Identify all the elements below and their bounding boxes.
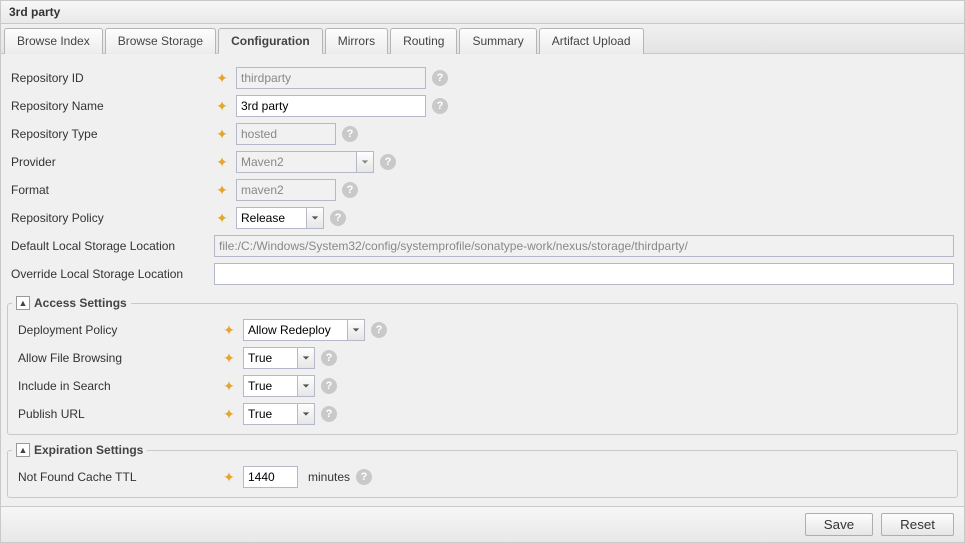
chevron-down-icon[interactable] — [347, 319, 365, 341]
required-icon: ✦ — [216, 70, 228, 87]
select-provider — [236, 151, 356, 173]
fieldset-expiration-settings: ▲ Expiration Settings Not Found Cache TT… — [7, 443, 958, 498]
collapse-icon[interactable]: ▲ — [16, 296, 30, 310]
label-repo-type: Repository Type — [11, 127, 216, 141]
label-override-loc: Override Local Storage Location — [11, 267, 214, 281]
input-format — [236, 179, 336, 201]
input-repo-type — [236, 123, 336, 145]
unit-minutes: minutes — [308, 470, 350, 484]
help-icon[interactable]: ? — [432, 98, 448, 114]
required-icon: ✦ — [223, 350, 235, 367]
tab-artifact-upload[interactable]: Artifact Upload — [539, 28, 644, 54]
save-button[interactable]: Save — [805, 513, 873, 536]
help-icon[interactable]: ? — [371, 322, 387, 338]
required-icon: ✦ — [216, 182, 228, 199]
required-icon: ✦ — [216, 126, 228, 143]
legend-access: Access Settings — [34, 296, 127, 310]
required-icon: ✦ — [216, 154, 228, 171]
label-deploy-policy: Deployment Policy — [18, 323, 223, 337]
tab-mirrors[interactable]: Mirrors — [325, 28, 388, 54]
required-icon: ✦ — [216, 98, 228, 115]
help-icon[interactable]: ? — [330, 210, 346, 226]
chevron-down-icon[interactable] — [297, 347, 315, 369]
tab-routing[interactable]: Routing — [390, 28, 457, 54]
required-icon: ✦ — [216, 210, 228, 227]
required-icon: ✦ — [223, 378, 235, 395]
input-override-loc[interactable] — [214, 263, 954, 285]
select-publish-url[interactable] — [243, 403, 297, 425]
help-icon[interactable]: ? — [432, 70, 448, 86]
required-icon: ✦ — [223, 406, 235, 423]
help-icon[interactable]: ? — [342, 126, 358, 142]
chevron-down-icon[interactable] — [306, 207, 324, 229]
tab-summary[interactable]: Summary — [459, 28, 536, 54]
help-icon[interactable]: ? — [380, 154, 396, 170]
fieldset-access-settings: ▲ Access Settings Deployment Policy ✦ ? … — [7, 296, 958, 435]
chevron-down-icon[interactable] — [297, 375, 315, 397]
select-deploy-policy[interactable] — [243, 319, 347, 341]
select-allow-browse[interactable] — [243, 347, 297, 369]
label-nf-ttl: Not Found Cache TTL — [18, 470, 223, 484]
input-repo-id — [236, 67, 426, 89]
label-repo-name: Repository Name — [11, 99, 216, 113]
input-default-loc — [214, 235, 954, 257]
help-icon[interactable]: ? — [321, 406, 337, 422]
help-icon[interactable]: ? — [321, 378, 337, 394]
reset-button[interactable]: Reset — [881, 513, 954, 536]
input-repo-name[interactable] — [236, 95, 426, 117]
input-nf-ttl[interactable] — [243, 466, 298, 488]
select-include-search[interactable] — [243, 375, 297, 397]
config-form: Repository ID ✦ ? Repository Name ✦ ? Re… — [0, 54, 965, 543]
chevron-down-icon[interactable] — [297, 403, 315, 425]
help-icon[interactable]: ? — [342, 182, 358, 198]
tab-browse-storage[interactable]: Browse Storage — [105, 28, 216, 54]
tab-browse-index[interactable]: Browse Index — [4, 28, 103, 54]
required-icon: ✦ — [223, 322, 235, 339]
label-include-search: Include in Search — [18, 379, 223, 393]
legend-expiration: Expiration Settings — [34, 443, 143, 457]
label-repo-id: Repository ID — [11, 71, 216, 85]
label-provider: Provider — [11, 155, 216, 169]
select-repo-policy[interactable] — [236, 207, 306, 229]
label-default-loc: Default Local Storage Location — [11, 239, 214, 253]
panel-title: 3rd party — [0, 0, 965, 23]
label-format: Format — [11, 183, 216, 197]
tab-configuration[interactable]: Configuration — [218, 28, 323, 54]
form-footer: Save Reset — [1, 506, 964, 542]
chevron-down-icon — [356, 151, 374, 173]
required-icon: ✦ — [223, 469, 235, 486]
collapse-icon[interactable]: ▲ — [16, 443, 30, 457]
label-allow-browse: Allow File Browsing — [18, 351, 223, 365]
label-publish-url: Publish URL — [18, 407, 223, 421]
help-icon[interactable]: ? — [321, 350, 337, 366]
help-icon[interactable]: ? — [356, 469, 372, 485]
tab-bar: Browse Index Browse Storage Configuratio… — [0, 23, 965, 54]
label-repo-policy: Repository Policy — [11, 211, 216, 225]
